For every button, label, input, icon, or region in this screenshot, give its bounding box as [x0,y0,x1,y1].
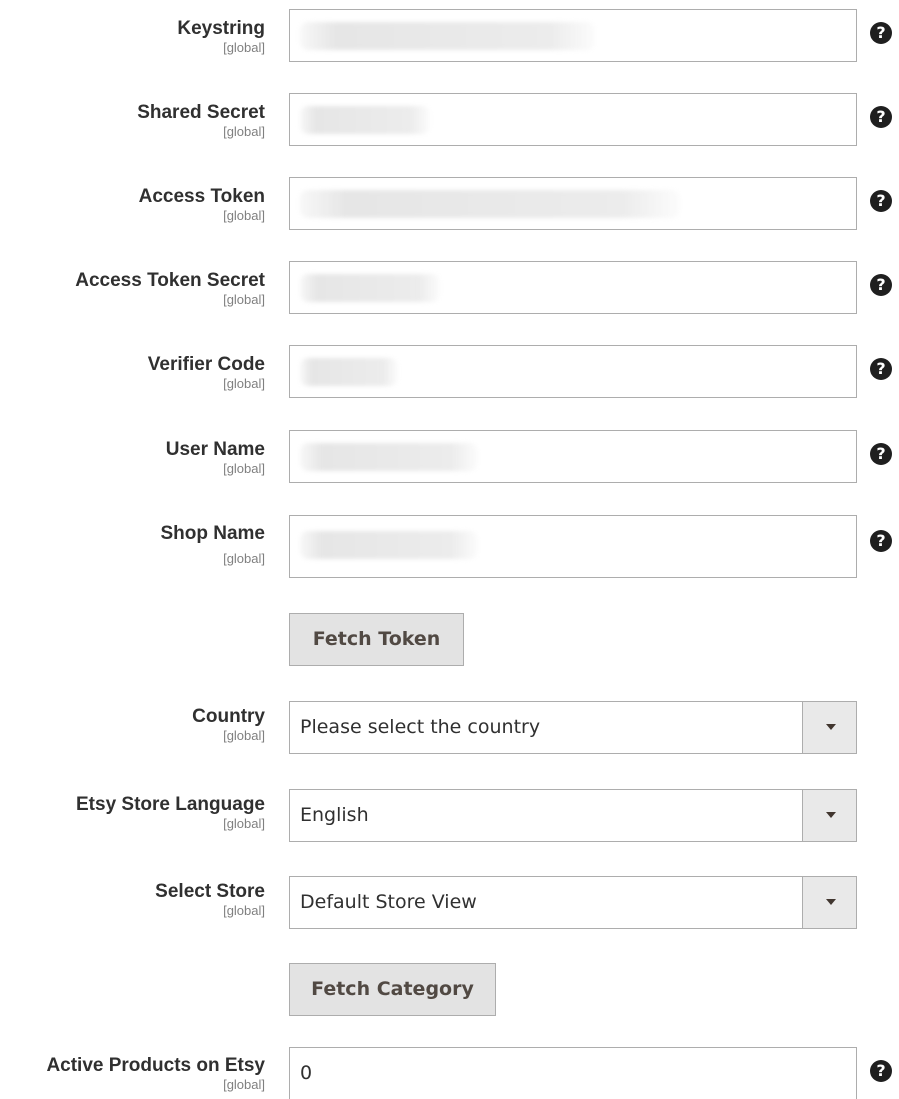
question-circle-icon[interactable]: ? [870,358,892,380]
redacted-value [300,190,680,218]
caret-down-icon[interactable] [802,877,856,928]
shared-secret-input[interactable] [289,93,857,146]
question-circle-icon[interactable]: ? [870,443,892,465]
scope-label: [global] [223,461,265,476]
verifier-code-label: Verifier Code [147,354,265,375]
question-circle-icon[interactable]: ? [870,1060,892,1082]
shared-secret-label: Shared Secret [137,102,265,123]
question-circle-icon[interactable]: ? [870,106,892,128]
shop-name-label: Shop Name [160,523,265,544]
question-circle-icon[interactable]: ? [870,530,892,552]
access-token-label: Access Token [138,186,265,207]
active-products-value: 0 [300,1062,313,1084]
redacted-value [300,531,478,559]
active-products-input[interactable]: 0 [289,1047,857,1099]
access-token-secret-label-group: Access Token Secret [global] [75,270,265,308]
select-store-selected-value: Default Store View [300,891,477,913]
caret-down-icon[interactable] [802,702,856,753]
store-language-label: Etsy Store Language [76,794,265,815]
scope-label: [global] [223,208,265,223]
question-circle-icon[interactable]: ? [870,274,892,296]
access-token-secret-label: Access Token Secret [75,270,265,291]
select-store-select[interactable]: Default Store View [289,876,857,929]
redacted-value [300,443,478,471]
scope-label: [global] [223,376,265,391]
country-select[interactable]: Please select the country [289,701,857,754]
verifier-code-input[interactable] [289,345,857,398]
scope-label: [global] [223,124,265,139]
store-language-selected-value: English [300,804,369,826]
shop-name-input[interactable] [289,515,857,578]
redacted-value [300,358,398,386]
etsy-config-form: Keystring [global] ? Shared Secret [glob… [0,0,899,1099]
access-token-input[interactable] [289,177,857,230]
shared-secret-label-group: Shared Secret [global] [137,102,265,140]
question-circle-icon[interactable]: ? [870,22,892,44]
access-token-secret-input[interactable] [289,261,857,314]
scope-label: [global] [223,1077,265,1092]
scope-label: [global] [223,292,265,307]
user-name-input[interactable] [289,430,857,483]
scope-label: [global] [223,816,265,831]
keystring-label: Keystring [177,18,265,39]
active-products-label-group: Active Products on Etsy [global] [46,1055,265,1093]
scope-label: [global] [223,903,265,918]
fetch-category-button[interactable]: Fetch Category [289,963,496,1016]
user-name-label-group: User Name [global] [166,439,265,477]
redacted-value [300,274,440,302]
select-store-label: Select Store [155,881,265,902]
country-selected-value: Please select the country [300,716,541,738]
store-language-label-group: Etsy Store Language [global] [76,794,265,832]
country-label: Country [192,706,265,727]
caret-down-icon[interactable] [802,790,856,841]
country-label-group: Country [global] [192,706,265,744]
question-circle-icon[interactable]: ? [870,190,892,212]
redacted-value [300,22,595,50]
redacted-value [300,106,430,134]
store-language-select[interactable]: English [289,789,857,842]
scope-label: [global] [223,40,265,55]
user-name-label: User Name [165,439,265,460]
scope-label: [global] [223,728,265,743]
access-token-label-group: Access Token [global] [139,186,265,224]
scope-label: [global] [223,551,265,566]
select-store-label-group: Select Store [global] [155,881,265,919]
verifier-code-label-group: Verifier Code [global] [148,354,265,392]
shop-name-label-group: Shop Name [global] [160,523,265,567]
keystring-label-group: Keystring [global] [177,18,265,56]
keystring-input[interactable] [289,9,857,62]
active-products-label: Active Products on Etsy [46,1055,265,1076]
fetch-token-button[interactable]: Fetch Token [289,613,464,666]
